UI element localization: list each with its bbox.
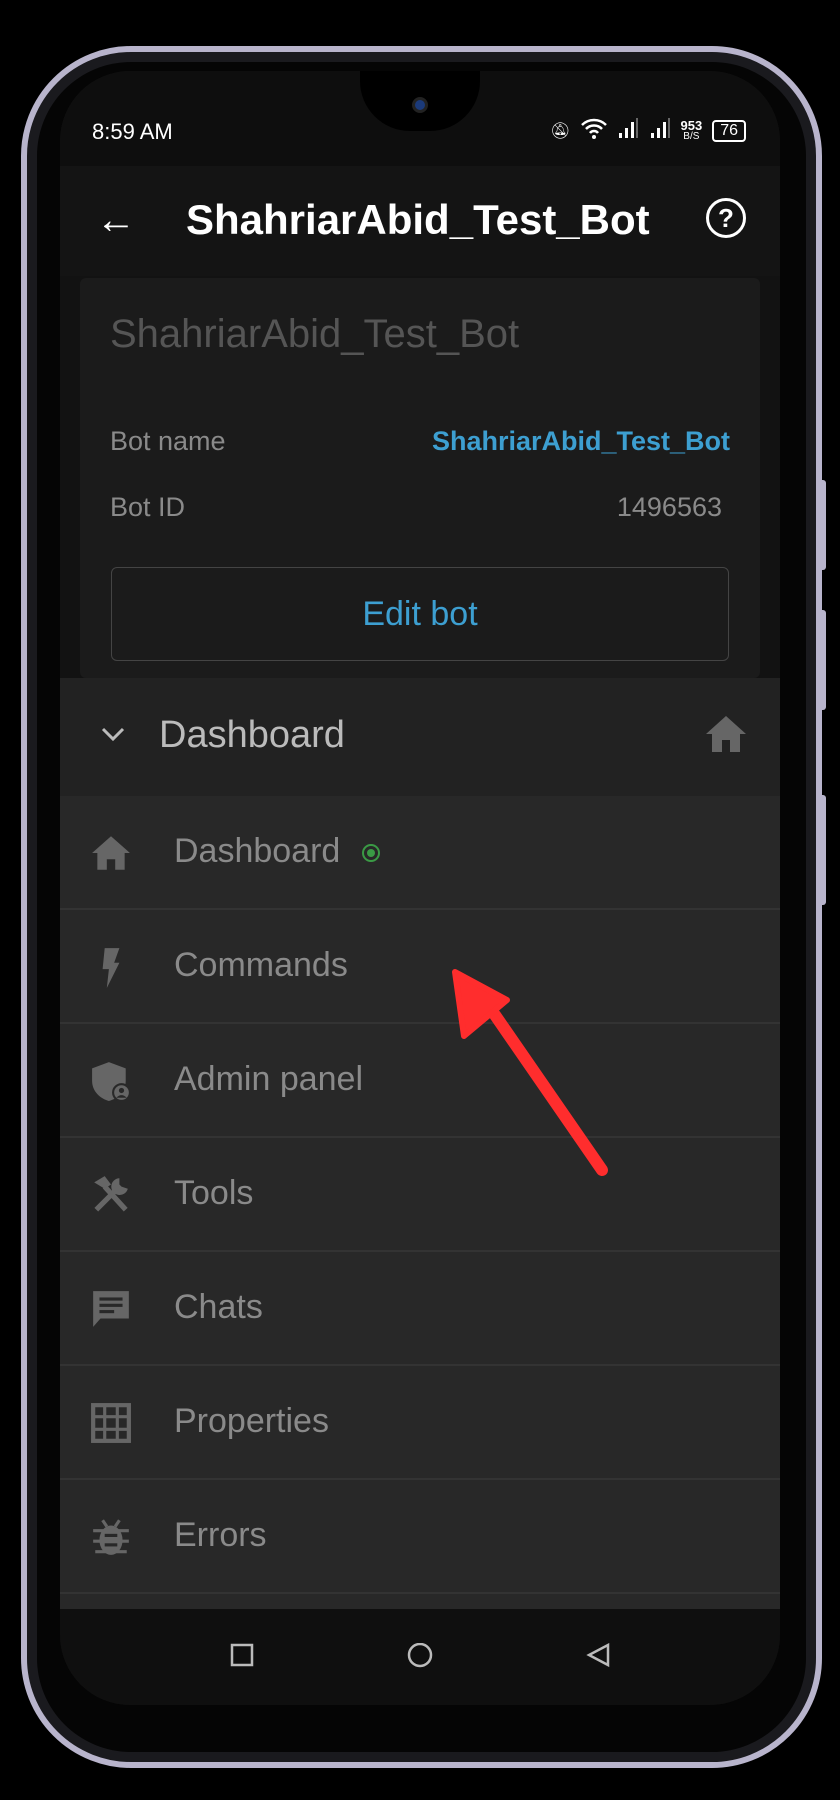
edit-bot-button[interactable]: Edit bot [111,567,729,661]
bot-id-value: 1496563 [616,492,722,522]
net-speed: 953 [680,117,703,133]
bot-name-link[interactable]: ShahriarAbid_Test_Bot [432,426,730,457]
net-unit: B/S [683,130,700,142]
section-title: Dashboard [159,714,345,756]
tools-icon [94,1176,128,1212]
bolt-icon [102,948,120,988]
menu-item-chats[interactable]: Chats [60,1252,780,1366]
grid-icon [91,1403,131,1443]
home-circle-icon[interactable] [406,1642,434,1676]
bot-name-label: Bot name [110,426,226,456]
bot-id-row: Bot ID 1496563 [110,492,722,523]
home-icon [706,716,746,757]
bot-id-label: Bot ID [110,492,186,522]
chat-icon [93,1291,129,1327]
menu-item-label: Dashboard [174,832,341,870]
menu-item-label: Tools [174,1174,254,1212]
menu-item-label: Commands [174,946,348,984]
system-nav-bar [60,1609,780,1705]
bell-off-icon: 🔕︎ [550,122,571,140]
bug-icon [93,1519,129,1555]
status-bar: 8:59 AM 🔕︎ 953 B/S 76 [60,71,780,166]
signal-icon [617,117,639,144]
signal-icon [649,117,671,144]
menu-item-admin-panel[interactable]: Admin panel [60,1024,780,1138]
card-title: ShahriarAbid_Test_Bot [110,312,520,356]
chevron-down-icon [100,720,126,751]
volume-button [818,480,826,570]
back-triangle-icon[interactable] [586,1642,612,1674]
recents-icon[interactable] [230,1643,256,1674]
volume-button [818,610,826,710]
battery-indicator: 76 [712,119,746,142]
arrow-left-icon[interactable]: ← [96,200,136,240]
menu-item-errors[interactable]: Errors [60,1480,780,1594]
bot-name-row: Bot name ShahriarAbid_Test_Bot [110,426,730,457]
bot-info-card: ShahriarAbid_Test_Bot Bot name ShahriarA… [80,278,760,678]
shield-user-icon [92,1062,131,1102]
menu-item-properties[interactable]: Properties [60,1366,780,1480]
menu-item-label: Errors [174,1516,267,1554]
menu-item-label: Properties [174,1402,329,1440]
home-icon [92,836,130,870]
menu-item-label: Chats [174,1288,263,1326]
screen: 8:59 AM 🔕︎ 953 B/S 76 ← ShahriarAbid_Tes… [60,71,780,1705]
menu-item-commands[interactable]: Commands [60,910,780,1024]
menu-item-label: Admin panel [174,1060,364,1098]
page-title: ShahriarAbid_Test_Bot [186,196,650,243]
clock: 8:59 AM [92,119,173,144]
menu-item-tools[interactable]: Tools [60,1138,780,1252]
power-button [818,795,826,905]
section-header-dashboard[interactable]: Dashboard [60,678,780,796]
active-indicator [362,844,381,863]
menu-list: Dashboard Commands Admin panel Tools Cha… [60,796,780,1634]
wifi-icon [580,117,607,144]
app-bar: ← ShahriarAbid_Test_Bot ? [60,166,780,276]
help-circle-icon[interactable]: ? [706,198,746,238]
camera [412,97,428,113]
menu-item-dashboard[interactable]: Dashboard [60,796,780,910]
